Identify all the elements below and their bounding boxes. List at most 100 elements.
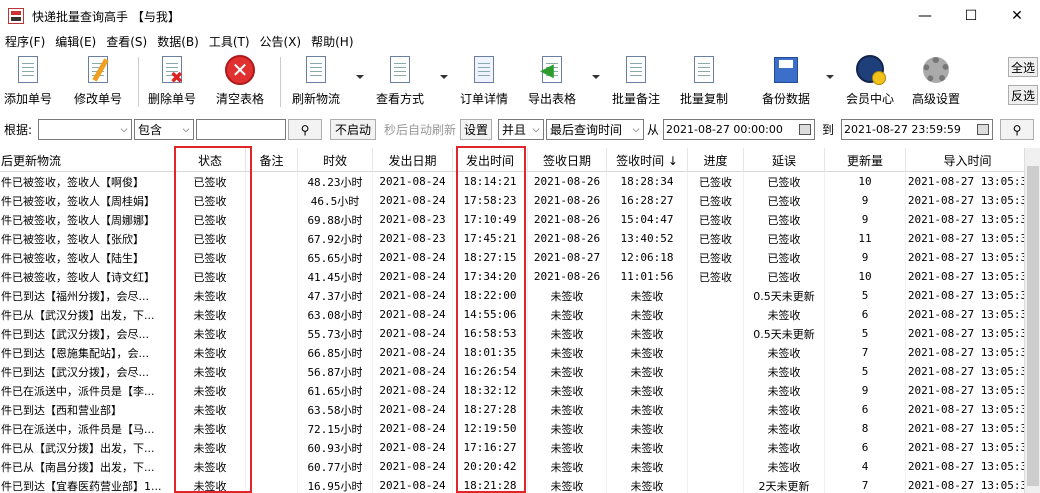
table-row[interactable]: 件已被签收，签收人【啊俊】 已签收 48.23小时 2021-08-24 18:14:2…: [0, 172, 1024, 191]
order-detail-button[interactable]: 订单详情: [460, 54, 508, 110]
col-delay-cell: 已签收: [744, 210, 825, 229]
date-to-picker[interactable]: 2021-08-27 23:59:59: [841, 119, 993, 140]
col-progress-header[interactable]: 进度: [688, 148, 744, 172]
col-duration-cell: 65.65小时: [298, 248, 373, 267]
col-sign-date-cell: 未签收: [528, 457, 607, 476]
title-bar: 快递批量查询高手 【与我】 — ☐ ✕: [0, 0, 1040, 32]
delete-number-button[interactable]: ✖ 删除单号: [148, 54, 196, 110]
select-all-button[interactable]: 全选: [1008, 57, 1038, 77]
table-row[interactable]: 件已被签收，签收人【周娜娜】 已签收 69.88小时 2021-08-23 17:10:…: [0, 210, 1024, 229]
export-table-button[interactable]: ◀ 导出表格: [528, 54, 576, 110]
table-row[interactable]: 件已到达【宜春医药营业部】1... 未签收 16.95小时 2021-08-24 18:…: [0, 476, 1024, 493]
col-latest-logistics-cell: 件已被签收，签收人【周娜娜】: [0, 210, 175, 229]
table-row[interactable]: 件已到达【武汉分拨】，会尽... 未签收 55.73小时 2021-08-24 16:5…: [0, 324, 1024, 343]
col-update-count-cell: 10: [825, 267, 906, 286]
minimize-button[interactable]: —: [902, 0, 948, 32]
table-row[interactable]: 件已被签收，签收人【诗文红】 已签收 41.45小时 2021-08-24 17:34:…: [0, 267, 1024, 286]
filter-field-select[interactable]: ⌵: [38, 119, 132, 140]
menu-edit[interactable]: 编辑(E): [50, 33, 101, 50]
export-table-label: 导出表格: [528, 92, 577, 106]
table-row[interactable]: 件已在派送中，派件员是【马... 未签收 72.15小时 2021-08-24 12:1…: [0, 419, 1024, 438]
time-field-select[interactable]: 最后查询时间 ⌵: [546, 119, 644, 140]
auto-refresh-toggle[interactable]: 不启动: [330, 119, 376, 140]
backup-dropdown-icon[interactable]: [826, 75, 834, 79]
col-sign-time-cell: 未签收: [607, 400, 688, 419]
auto-refresh-text: 秒后自动刷新: [384, 123, 457, 137]
col-progress-cell: [688, 419, 744, 438]
menu-help[interactable]: 帮助(H): [306, 33, 358, 50]
clear-table-button[interactable]: ✕ 清空表格: [216, 54, 264, 110]
menu-view[interactable]: 查看(S): [101, 33, 152, 50]
col-status-cell: 未签收: [175, 457, 246, 476]
table-row[interactable]: 件已从【南昌分拨】出发，下... 未签收 60.77小时 2021-08-24 20:2…: [0, 457, 1024, 476]
member-center-button[interactable]: 会员中心: [846, 54, 894, 110]
search-button[interactable]: ⚲: [288, 119, 322, 140]
menu-program[interactable]: 程序(F): [0, 33, 50, 50]
col-import-time-cell: 2021-08-27 13:05:3: [906, 419, 1024, 438]
edit-number-button[interactable]: 修改单号: [74, 54, 122, 110]
col-update-count-cell: 5: [825, 324, 906, 343]
col-send-date-cell: 2021-08-24: [373, 362, 453, 381]
advanced-settings-button[interactable]: 高级设置: [912, 54, 960, 110]
add-number-button[interactable]: 添加单号: [4, 54, 52, 110]
batch-copy-button[interactable]: 批量复制: [680, 54, 728, 110]
table-row[interactable]: 件已从【武汉分拨】出发，下... 未签收 60.93小时 2021-08-24 17:1…: [0, 438, 1024, 457]
col-status-header[interactable]: 状态: [175, 148, 246, 172]
col-send-time-cell: 17:10:49: [453, 210, 528, 229]
col-status-cell: 未签收: [175, 381, 246, 400]
col-import-time-header[interactable]: 导入时间: [906, 148, 1024, 172]
col-note-cell: [246, 286, 298, 305]
batch-note-button[interactable]: 批量备注: [612, 54, 660, 110]
table-row[interactable]: 件已被签收，签收人【周桂娟】 已签收 46.5小时 2021-08-24 17:58:2…: [0, 191, 1024, 210]
settings-button[interactable]: 设置: [460, 119, 492, 140]
table-row[interactable]: 件已到达【武汉分拨】，会尽... 未签收 56.87小时 2021-08-24 16:2…: [0, 362, 1024, 381]
match-mode-select[interactable]: 包含 ⌵: [134, 119, 194, 140]
menu-notice[interactable]: 公告(X): [255, 33, 307, 50]
col-update-count-header[interactable]: 更新量: [825, 148, 906, 172]
table-row[interactable]: 件已到达【西和营业部】 未签收 63.58小时 2021-08-24 18:27:28 未…: [0, 400, 1024, 419]
col-send-time-cell: 14:55:06: [453, 305, 528, 324]
col-status-cell: 未签收: [175, 476, 246, 493]
date-from-picker[interactable]: 2021-08-27 00:00:00: [663, 119, 815, 140]
col-sign-time-header[interactable]: 签收时间 ↓: [607, 148, 688, 172]
refresh-dropdown-icon[interactable]: [356, 75, 364, 79]
filter-search-button[interactable]: ⚲: [1000, 119, 1034, 140]
table-row[interactable]: 件已从【武汉分拨】出发，下... 未签收 63.08小时 2021-08-24 14:5…: [0, 305, 1024, 324]
col-delay-cell: 未签收: [744, 438, 825, 457]
col-latest-logistics-cell: 件已在派送中，派件员是【马...: [0, 419, 175, 438]
col-sign-date-cell: 未签收: [528, 305, 607, 324]
col-send-date-header[interactable]: 发出日期: [373, 148, 453, 172]
col-latest-logistics-header[interactable]: 后更新物流: [0, 148, 175, 172]
col-sign-date-header[interactable]: 签收日期: [528, 148, 607, 172]
col-sign-time-cell: 11:01:56: [607, 267, 688, 286]
close-button[interactable]: ✕: [994, 0, 1040, 32]
view-mode-dropdown-icon[interactable]: [440, 75, 448, 79]
col-delay-cell: 已签收: [744, 248, 825, 267]
col-duration-header[interactable]: 时效: [298, 148, 373, 172]
col-note-header[interactable]: 备注: [246, 148, 298, 172]
table-row[interactable]: 件已在派送中，派件员是【李... 未签收 61.65小时 2021-08-24 18:3…: [0, 381, 1024, 400]
col-progress-cell: [688, 305, 744, 324]
invert-selection-button[interactable]: 反选: [1008, 85, 1038, 105]
export-dropdown-icon[interactable]: [592, 75, 600, 79]
menu-data[interactable]: 数据(B): [152, 33, 204, 50]
chevron-down-icon: ⌵: [182, 124, 190, 135]
table-row[interactable]: 件已被签收，签收人【陆生】 已签收 65.65小时 2021-08-24 18:27:1…: [0, 248, 1024, 267]
table-row[interactable]: 件已到达【恩施集配站】，会... 未签收 66.85小时 2021-08-24 18:0…: [0, 343, 1024, 362]
col-sign-time-cell: 未签收: [607, 305, 688, 324]
col-send-date-cell: 2021-08-24: [373, 438, 453, 457]
col-send-time-header[interactable]: 发出时间: [453, 148, 528, 172]
logic-select[interactable]: 并且 ⌵: [498, 119, 544, 140]
scrollbar-thumb[interactable]: [1027, 166, 1039, 486]
search-input[interactable]: [196, 119, 286, 140]
vertical-scrollbar[interactable]: [1024, 148, 1040, 493]
table-row[interactable]: 件已到达【福州分拨】，会尽... 未签收 47.37小时 2021-08-24 18:2…: [0, 286, 1024, 305]
col-send-date-cell: 2021-08-23: [373, 229, 453, 248]
menu-tools[interactable]: 工具(T): [204, 33, 255, 50]
col-delay-header[interactable]: 延误: [744, 148, 825, 172]
refresh-logistics-button[interactable]: 刷新物流: [292, 54, 340, 110]
table-row[interactable]: 件已被签收，签收人【张欣】 已签收 67.92小时 2021-08-23 17:45:2…: [0, 229, 1024, 248]
maximize-button[interactable]: ☐: [948, 0, 994, 32]
backup-data-button[interactable]: 备份数据: [762, 54, 810, 110]
view-mode-button[interactable]: 查看方式: [376, 54, 424, 110]
